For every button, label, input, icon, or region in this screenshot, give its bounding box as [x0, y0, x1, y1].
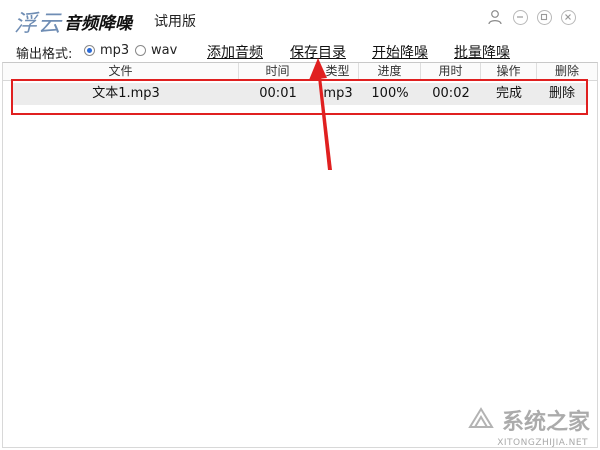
col-header-type[interactable]: 类型: [317, 63, 359, 80]
radio-icon[interactable]: [84, 45, 95, 56]
watermark: 系统之家: [466, 404, 590, 436]
save-directory-button[interactable]: 保存目录: [290, 42, 346, 62]
col-header-progress[interactable]: 进度: [359, 63, 421, 80]
format-mp3-label: mp3: [100, 43, 130, 58]
col-header-action[interactable]: 操作: [481, 63, 537, 80]
col-header-time[interactable]: 时间: [239, 63, 317, 80]
col-header-file[interactable]: 文件: [3, 63, 239, 80]
radio-icon[interactable]: [135, 45, 146, 56]
col-header-elapsed[interactable]: 用时: [421, 63, 481, 80]
file-table: 文件 时间 类型 进度 用时 操作 删除 文本1.mp3 00:01 mp3 1…: [2, 62, 598, 448]
batch-denoise-button[interactable]: 批量降噪: [454, 42, 510, 62]
user-icon[interactable]: [486, 8, 504, 26]
format-wav-label: wav: [151, 43, 178, 58]
cell-elapsed: 00:02: [432, 86, 470, 101]
brand-logo: 浮云: [14, 11, 62, 37]
start-denoise-button[interactable]: 开始降噪: [372, 42, 428, 62]
cell-delete-link[interactable]: 删除: [537, 83, 587, 105]
close-icon[interactable]: [559, 8, 577, 26]
watermark-subtext: XITONGZHIJIA.NET: [497, 438, 588, 448]
watermark-logo-icon: [468, 407, 494, 428]
toolbar: 输出格式: mp3 wav 添加音频 保存目录 开始降噪 批量降噪: [0, 40, 600, 62]
cell-type: mp3: [323, 86, 353, 101]
restore-icon[interactable]: [535, 8, 553, 26]
format-radio-wav[interactable]: wav: [135, 43, 177, 58]
edition-label: 试用版: [154, 14, 196, 30]
cell-progress: 100%: [371, 86, 409, 101]
minimize-icon[interactable]: [511, 8, 529, 26]
table-row[interactable]: 文本1.mp3 00:01 mp3 100% 00:02 完成 删除: [13, 83, 587, 105]
watermark-text: 系统之家: [501, 410, 590, 435]
cell-time: 00:01: [259, 86, 297, 101]
cell-file: 文本1.mp3: [92, 86, 160, 101]
output-format-label: 输出格式:: [16, 47, 73, 62]
cell-action[interactable]: 完成: [481, 83, 537, 105]
add-audio-button[interactable]: 添加音频: [207, 42, 263, 62]
format-radio-mp3[interactable]: mp3: [84, 43, 129, 58]
col-header-delete[interactable]: 删除: [537, 63, 597, 80]
app-window: 浮云 音频降噪 试用版 输出格式: mp3 wav 添加音频 保存目录 开始降噪…: [0, 0, 600, 450]
app-title: 音频降噪: [64, 14, 132, 34]
title-bar: 浮云 音频降噪 试用版: [0, 0, 600, 40]
table-header: 文件 时间 类型 进度 用时 操作 删除: [3, 63, 597, 81]
